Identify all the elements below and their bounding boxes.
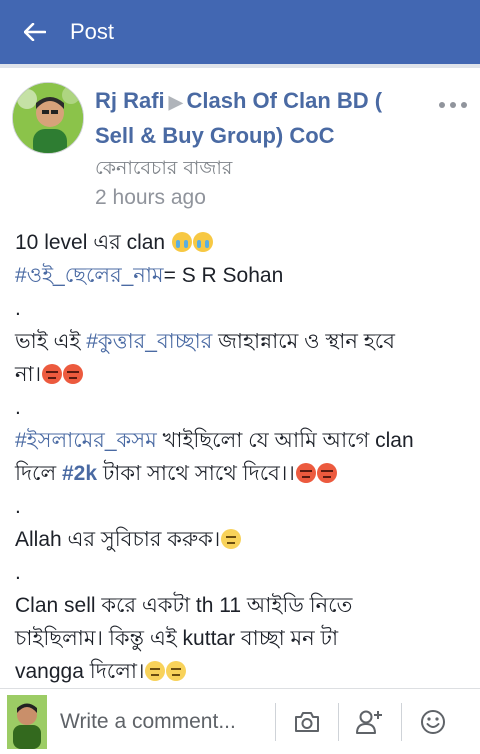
post-line: . [15, 495, 21, 518]
post-line: vangga দিলো। [15, 655, 470, 688]
back-button[interactable] [0, 0, 70, 64]
caret-right-icon: ▶ [168, 92, 183, 112]
post-text: না। [15, 363, 42, 386]
page-title: Post [70, 19, 115, 44]
camera-button[interactable] [276, 689, 338, 754]
avatar-image [7, 694, 47, 749]
disappointed-face-icon [166, 661, 187, 681]
crying-face-icon [192, 232, 213, 252]
post-line: 10 level এর clan [15, 226, 470, 259]
arrow-left-icon [24, 23, 46, 41]
post-text: খাইছিলো যে আমি আগে clan [156, 429, 414, 452]
post-timestamp[interactable]: 2 hours ago [95, 186, 206, 210]
post-line: দিলে #2k টাকা সাথে সাথে দিবে।। [15, 457, 470, 490]
post-text: ভাই এই [15, 330, 87, 353]
comment-input[interactable]: Write a comment... [60, 710, 275, 734]
subgroup-label[interactable]: কেনাবেচার বাজার [95, 154, 232, 186]
author-name[interactable]: Rj Rafi [95, 88, 165, 113]
post-text: Allah এর সুবিচার করুক। [15, 528, 221, 551]
post-line: . [15, 396, 21, 419]
post-text: দিলে [15, 462, 62, 485]
post-line: Allah এর সুবিচার করুক। [15, 523, 470, 556]
hashtag-link[interactable]: #ওই_ছেলের_নাম [15, 264, 164, 287]
disappointed-face-icon [221, 529, 242, 549]
app-bar: Post [0, 0, 480, 64]
post-line: ভাই এই #কুত্তার_বাচ্ছার জাহান্নামে ও স্থ… [15, 325, 470, 358]
post-text: 10 level এর clan [15, 231, 166, 254]
post-line: না। [15, 358, 470, 391]
comment-composer: Write a comment... [0, 688, 480, 754]
smiley-icon [421, 709, 445, 734]
camera-icon [295, 711, 319, 732]
avatar-image [13, 83, 83, 153]
post-line: #ইসলামের_কসম খাইছিলো যে আমি আগে clan [15, 424, 470, 457]
author-avatar[interactable] [12, 82, 84, 154]
post-text: টাকা সাথে সাথে দিবে।। [97, 462, 295, 485]
angry-face-icon [295, 463, 316, 483]
more-dots-icon [439, 102, 467, 108]
divider [0, 64, 480, 68]
add-friend-icon [356, 710, 382, 734]
post-line: #ওই_ছেলের_নাম= S R Sohan [15, 259, 470, 292]
post-author-line: Rj Rafi ▶ Clash Of Clan BD ( Sell & Buy Gr… [95, 84, 425, 153]
tag-friends-button[interactable] [339, 689, 401, 754]
crying-face-icon [171, 232, 192, 252]
post-line: . [15, 297, 21, 320]
post-header: Rj Rafi ▶ Clash Of Clan BD ( Sell & Buy Gr… [12, 80, 472, 220]
hashtag-link[interactable]: #কুত্তার_বাচ্ছার [86, 330, 212, 353]
emoji-button[interactable] [402, 689, 464, 754]
angry-face-icon [63, 364, 84, 384]
post-text: জাহান্নামে ও স্থান হবে [212, 330, 395, 353]
more-menu-button[interactable] [438, 86, 468, 116]
angry-face-icon [316, 463, 337, 483]
post-text: vangga দিলো। [15, 660, 145, 683]
hashtag-link[interactable]: #ইসলামের_কসম [15, 429, 157, 452]
post-line: Clan sell করে একটা th 11 আইডি নিতে [15, 594, 353, 617]
post-line: চাইছিলাম। কিন্তু এই kuttar বাচ্ছা মন টা [15, 627, 339, 650]
hashtag-link[interactable]: #2k [62, 462, 97, 485]
disappointed-face-icon [145, 661, 166, 681]
post-body: 10 level এর clan #ওই_ছেলের_নাম= S R Soha… [15, 226, 470, 688]
current-user-avatar [7, 694, 47, 749]
angry-face-icon [42, 364, 63, 384]
post-text: = S R Sohan [163, 264, 284, 287]
post-line: . [15, 561, 21, 584]
